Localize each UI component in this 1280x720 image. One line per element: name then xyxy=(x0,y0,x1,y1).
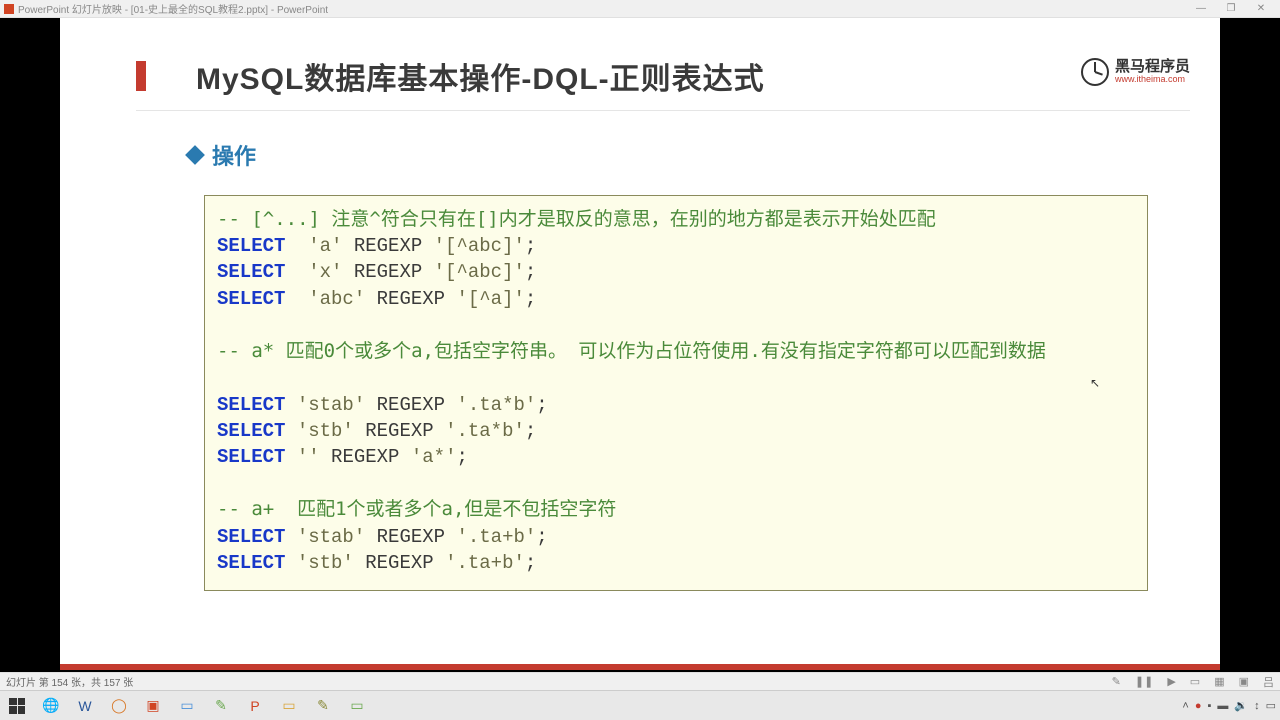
browser-icon[interactable]: ◯ xyxy=(106,695,132,717)
battery-icon[interactable]: ▬ xyxy=(1217,700,1228,712)
play-icon[interactable]: ▶ xyxy=(1167,675,1175,688)
window-title: PowerPoint 幻灯片放映 - [01-史上最全的SQL教程2.pptx]… xyxy=(18,1,328,16)
explorer-icon[interactable]: ▭ xyxy=(276,695,302,717)
slide-footer-bar xyxy=(60,664,1220,670)
title-accent-bar xyxy=(136,61,146,91)
code-block: -- [^...] 注意^符合只有在[]内才是取反的意思，在别的地方都是表示开始… xyxy=(204,195,1148,591)
diamond-icon xyxy=(185,145,205,165)
code-comment: -- [^...] 注意^符合只有在[]内才是取反的意思，在别的地方都是表示开始… xyxy=(217,208,936,230)
slide-title-row: MySQL数据库基本操作-DQL-正则表达式 xyxy=(60,18,1220,98)
start-button[interactable] xyxy=(4,695,30,717)
mouse-cursor-icon: ↖ xyxy=(1090,376,1100,390)
taskbar: 🌐 W ◯ ▣ ▭ ✎ P ▭ ✎ ▭ ˄ ● ▪ ▬ 🔉 ↕ ▭ xyxy=(0,690,1280,720)
presentation-stage: MySQL数据库基本操作-DQL-正则表达式 黑马程序员 www.itheima… xyxy=(0,18,1280,672)
action-center-icon[interactable]: ▭ xyxy=(1266,699,1276,712)
system-tray: ˄ ● ▪ ▬ 🔉 ↕ ▭ xyxy=(1182,699,1276,712)
pen-icon[interactable]: ✎ xyxy=(1112,675,1121,688)
view-reading-icon[interactable]: ▣ xyxy=(1239,675,1249,688)
subtitle-row: 操作 xyxy=(188,139,1220,171)
chrome-icon[interactable]: 🌐 xyxy=(38,695,64,717)
maximize-button[interactable]: ❐ xyxy=(1216,3,1246,14)
slide-title: MySQL数据库基本操作-DQL-正则表达式 xyxy=(196,54,765,98)
close-button[interactable]: ✕ xyxy=(1246,3,1276,14)
subtitle: 操作 xyxy=(212,139,256,171)
statusbar: 幻灯片 第 154 张，共 157 张 ✎ ❚❚ ▶ ▭ ▦ ▣ 吕 xyxy=(0,672,1280,690)
view-slideshow-icon[interactable]: 吕 xyxy=(1263,674,1274,690)
slide-counter: 幻灯片 第 154 张，共 157 张 xyxy=(6,674,133,689)
code-keyword: SELECT xyxy=(217,446,285,468)
brand-logo: 黑马程序员 www.itheima.com xyxy=(1081,58,1190,86)
code-comment: -- a* 匹配0个或多个a,包括空字符串。 可以作为占位符使用.有没有指定字符… xyxy=(217,340,1046,362)
word-icon[interactable]: W xyxy=(72,695,98,717)
app-icon[interactable]: ▭ xyxy=(344,695,370,717)
brand-url: www.itheima.com xyxy=(1115,74,1190,85)
code-keyword: SELECT xyxy=(217,526,285,548)
notepad-icon[interactable]: ▭ xyxy=(174,695,200,717)
xampp-icon[interactable]: ▣ xyxy=(140,695,166,717)
editor-icon[interactable]: ✎ xyxy=(208,695,234,717)
slide: MySQL数据库基本操作-DQL-正则表达式 黑马程序员 www.itheima… xyxy=(60,18,1220,670)
tool-icon[interactable]: ✎ xyxy=(310,695,336,717)
powerpoint-icon xyxy=(4,4,14,14)
tray-up-icon[interactable]: ˄ xyxy=(1182,700,1188,712)
network-icon[interactable]: ↕ xyxy=(1254,700,1260,712)
code-keyword: SELECT xyxy=(217,420,285,442)
code-keyword: SELECT xyxy=(217,261,285,283)
status-icons: ✎ ❚❚ ▶ ▭ ▦ ▣ 吕 xyxy=(1112,674,1274,690)
window-titlebar: PowerPoint 幻灯片放映 - [01-史上最全的SQL教程2.pptx]… xyxy=(0,0,1280,18)
view-sorter-icon[interactable]: ▦ xyxy=(1214,675,1224,688)
powerpoint-taskbar-icon[interactable]: P xyxy=(242,695,268,717)
code-keyword: SELECT xyxy=(217,394,285,416)
minimize-button[interactable]: — xyxy=(1186,3,1216,14)
code-keyword: SELECT xyxy=(217,235,285,257)
brand-name: 黑马程序员 xyxy=(1115,59,1190,74)
code-comment: -- a+ 匹配1个或者多个a,但是不包括空字符 xyxy=(217,498,616,520)
code-keyword: SELECT xyxy=(217,552,285,574)
tray-rec-icon[interactable]: ● xyxy=(1195,700,1202,712)
tray-app-icon[interactable]: ▪ xyxy=(1207,700,1211,712)
pause-icon[interactable]: ❚❚ xyxy=(1135,675,1153,688)
volume-icon[interactable]: 🔉 xyxy=(1234,699,1248,712)
view-normal-icon[interactable]: ▭ xyxy=(1190,675,1200,688)
code-keyword: SELECT xyxy=(217,288,285,310)
divider xyxy=(136,110,1190,111)
compass-icon xyxy=(1081,58,1109,86)
